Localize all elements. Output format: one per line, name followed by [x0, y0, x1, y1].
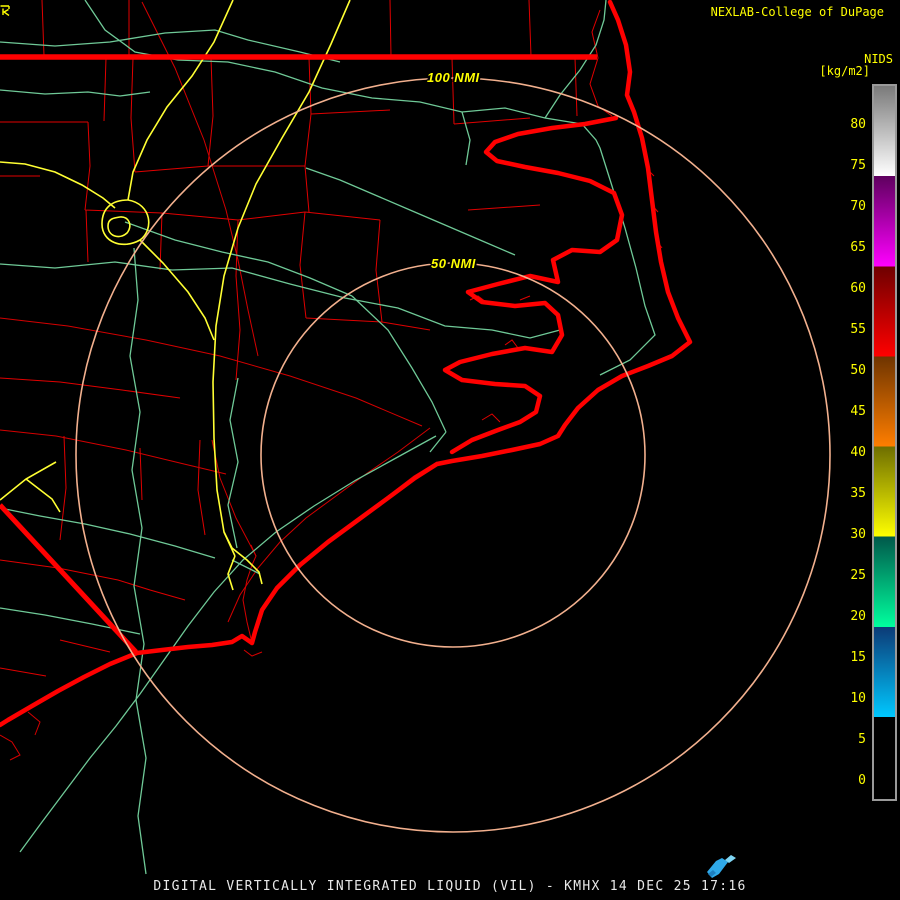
- nc-sc-border: [0, 505, 136, 652]
- scale-units: [kg/m2]: [819, 64, 870, 78]
- range-ring-50nmi: [261, 263, 645, 647]
- colorbar-tick-label: 80: [836, 117, 866, 133]
- colorbar-tick-label: 25: [836, 568, 866, 584]
- colorbar-tick-label: 60: [836, 281, 866, 297]
- colorbar-tick-label: 55: [836, 322, 866, 338]
- product-caption: DIGITAL VERTICALLY INTEGRATED LIQUID (VI…: [0, 879, 900, 894]
- colorbar-tick-label: 20: [836, 609, 866, 625]
- range-ring-label-50nmi: 50 NMI: [431, 256, 476, 271]
- albemarle-pamlico-shore: [445, 118, 622, 452]
- colorbar-tick-label: 45: [836, 404, 866, 420]
- radar-display: 100 NMI 50 NMI NEXLAB-College of DuPage …: [0, 0, 900, 900]
- colorbar-tick-label: 15: [836, 650, 866, 666]
- range-rings: [76, 78, 830, 832]
- brand-title: NEXLAB-College of DuPage: [711, 5, 884, 19]
- nexlab-logo-icon: [0, 5, 10, 16]
- yellow-highway-lines: [0, 0, 350, 590]
- range-ring-label-100nmi: 100 NMI: [427, 70, 480, 85]
- colorbar-tick-label: 30: [836, 527, 866, 543]
- colorbar-tick-label: 75: [836, 158, 866, 174]
- colorbar-tick-label: 10: [836, 691, 866, 707]
- colorbar-tick-label: 65: [836, 240, 866, 256]
- range-ring-100nmi: [76, 78, 830, 832]
- colorbar: [872, 84, 897, 801]
- colorbar-tick-label: 70: [836, 199, 866, 215]
- colorbar-tick-label: 0: [836, 773, 866, 789]
- colorbar-tick-label: 50: [836, 363, 866, 379]
- radar-map: [0, 0, 900, 900]
- colorbar-tick-label: 40: [836, 445, 866, 461]
- colorbar-tick-label: 35: [836, 486, 866, 502]
- colorbar-tick-label: 5: [836, 732, 866, 748]
- radar-echo: [707, 855, 736, 878]
